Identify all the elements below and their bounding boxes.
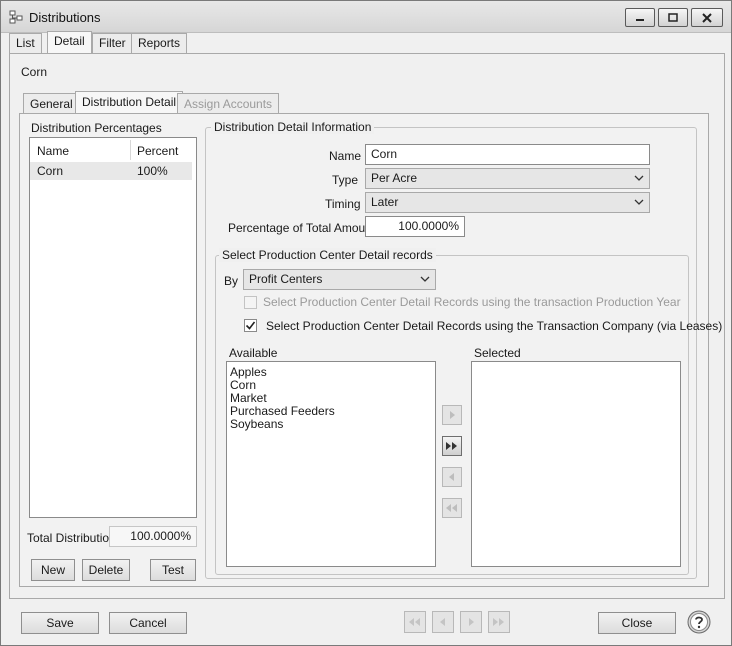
- name-label: Name: [329, 149, 362, 163]
- first-record-button[interactable]: [404, 611, 426, 633]
- move-right-icon: [450, 411, 455, 419]
- record-name: Corn: [21, 65, 48, 79]
- last-record-button[interactable]: [488, 611, 510, 633]
- cancel-button[interactable]: Cancel: [109, 612, 187, 634]
- tab-reports[interactable]: Reports: [131, 33, 188, 53]
- list-item[interactable]: Soybeans: [230, 417, 283, 431]
- close-button[interactable]: Close: [598, 612, 676, 634]
- last-record-icon: [493, 618, 504, 626]
- tab-general[interactable]: General: [23, 93, 80, 114]
- tab-distribution-detail[interactable]: Distribution Detail: [75, 91, 184, 114]
- move-left-icon: [449, 473, 454, 481]
- chevron-down-icon: [634, 175, 644, 181]
- tab-list[interactable]: List: [9, 33, 42, 53]
- timing-select[interactable]: Later: [365, 192, 650, 213]
- title-bar: Distributions: [1, 1, 731, 33]
- percentage-field[interactable]: 100.0000%: [365, 216, 465, 237]
- close-icon: [702, 12, 712, 23]
- chevron-down-icon: [420, 276, 430, 282]
- tab-filter[interactable]: Filter: [92, 33, 133, 53]
- move-all-left-button[interactable]: [442, 498, 462, 518]
- move-all-right-icon: [446, 442, 457, 450]
- timing-select-value: Later: [371, 195, 399, 209]
- move-all-right-button[interactable]: [442, 436, 462, 456]
- available-label: Available: [229, 346, 278, 360]
- previous-record-icon: [440, 618, 445, 626]
- type-label: Type: [332, 173, 359, 187]
- next-record-button[interactable]: [460, 611, 482, 633]
- column-divider: [130, 140, 131, 160]
- production-year-label: Select Production Center Detail Records …: [263, 295, 681, 309]
- previous-record-button[interactable]: [432, 611, 454, 633]
- distributions-window: Distributions List Detail Filter Reports…: [0, 0, 732, 646]
- minimize-icon: [636, 18, 644, 21]
- chevron-down-icon: [634, 199, 644, 205]
- name-field[interactable]: Corn: [365, 144, 650, 165]
- maximize-icon: [668, 12, 678, 22]
- total-distribution-value: 100.0000%: [109, 526, 197, 547]
- type-select-value: Per Acre: [371, 171, 418, 185]
- row-percent: 100%: [137, 164, 168, 178]
- list-item[interactable]: Corn: [230, 378, 256, 392]
- checkmark-icon: [245, 321, 256, 330]
- tab-assign-accounts[interactable]: Assign Accounts: [177, 93, 280, 114]
- new-button[interactable]: New: [31, 559, 75, 581]
- list-item[interactable]: Purchased Feeders: [230, 404, 335, 418]
- next-record-icon: [469, 618, 474, 626]
- percentages-group-title: Distribution Percentages: [31, 121, 162, 135]
- list-item[interactable]: Market: [230, 391, 267, 405]
- first-record-icon: [409, 618, 420, 626]
- company-leases-checkbox[interactable]: [244, 319, 257, 332]
- help-icon[interactable]: [687, 610, 711, 634]
- delete-button[interactable]: Delete: [82, 559, 130, 581]
- selected-list[interactable]: [471, 361, 681, 567]
- percentages-grid[interactable]: Name Percent Corn 100%: [29, 137, 197, 518]
- detail-info-group-title: Distribution Detail Information: [211, 120, 375, 134]
- production-center-group-title: Select Production Center Detail records: [219, 248, 436, 262]
- tab-detail[interactable]: Detail: [47, 31, 92, 54]
- timing-label: Timing: [325, 197, 361, 211]
- total-distribution-label: Total Distribution: [27, 531, 116, 545]
- close-window-button[interactable]: [691, 8, 723, 27]
- minimize-button[interactable]: [625, 8, 655, 27]
- type-select[interactable]: Per Acre: [365, 168, 650, 189]
- by-select-value: Profit Centers: [249, 272, 323, 286]
- save-button[interactable]: Save: [21, 612, 99, 634]
- available-list[interactable]: Apples Corn Market Purchased Feeders Soy…: [226, 361, 436, 567]
- by-select[interactable]: Profit Centers: [243, 269, 436, 290]
- production-year-checkbox[interactable]: [244, 296, 257, 309]
- move-all-left-icon: [446, 504, 457, 512]
- table-row[interactable]: Corn 100%: [30, 162, 192, 180]
- move-right-button[interactable]: [442, 405, 462, 425]
- selected-label: Selected: [474, 346, 521, 360]
- list-item[interactable]: Apples: [230, 365, 267, 379]
- move-left-button[interactable]: [442, 467, 462, 487]
- maximize-button[interactable]: [658, 8, 688, 27]
- test-button[interactable]: Test: [150, 559, 196, 581]
- percentage-label: Percentage of Total Amount: [228, 221, 376, 235]
- company-leases-label: Select Production Center Detail Records …: [266, 319, 723, 333]
- distributions-icon: [9, 10, 23, 24]
- by-label: By: [224, 274, 239, 288]
- row-name: Corn: [37, 164, 64, 178]
- column-header-name: Name: [37, 144, 70, 158]
- window-title: Distributions: [29, 10, 101, 25]
- column-header-percent: Percent: [137, 144, 179, 158]
